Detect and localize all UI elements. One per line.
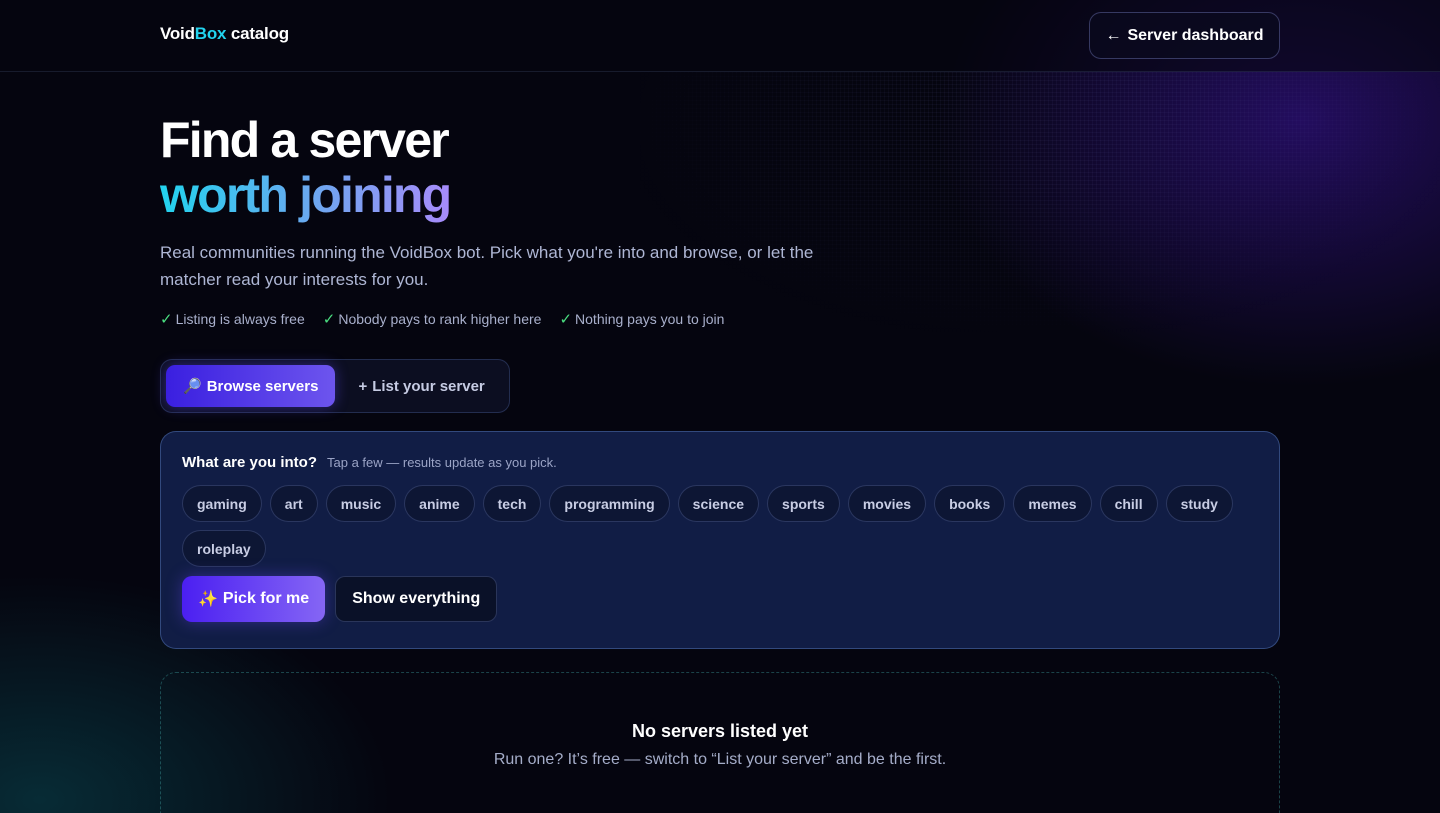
show-everything-button[interactable]: Show everything (335, 576, 498, 622)
hero-title: Find a server worth joining (160, 112, 452, 223)
tag-chip-study[interactable]: study (1165, 485, 1233, 522)
tag-chip-movies[interactable]: movies (847, 485, 927, 522)
hero-subtitle: Real communities running the VoidBox bot… (160, 243, 814, 289)
check-item: ✓ Nobody pays to rank higher here (323, 310, 542, 328)
tag-chip-art[interactable]: art (269, 485, 318, 522)
tag-chip-sports[interactable]: sports (767, 485, 840, 522)
logo-text-void: Void (160, 24, 195, 43)
check-item: ✓ Listing is always free (160, 310, 305, 328)
tag-chip-books[interactable]: books (934, 485, 1006, 522)
logo[interactable]: VoidBox catalog (160, 24, 289, 44)
logo-text-catalog: catalog (226, 24, 289, 43)
check-label: Nothing pays you to join (575, 311, 725, 327)
interest-tag-list: gaming art music anime tech programming … (182, 485, 1242, 567)
tag-chip-roleplay[interactable]: roleplay (182, 530, 266, 567)
logo-text-box: Box (194, 24, 227, 43)
background-grid (640, 72, 1440, 332)
feature-checklist: ✓ Listing is always free ✓ Nobody pays t… (160, 310, 724, 328)
plus-icon: + (358, 377, 368, 395)
panel-title: What are you into? (182, 454, 317, 471)
tab-list-your-server[interactable]: + List your server (341, 365, 501, 407)
empty-state: No servers listed yet Run one? It’s free… (160, 672, 1280, 813)
tag-chip-anime[interactable]: anime (404, 485, 475, 522)
checkmark-icon: ✓ (322, 311, 336, 328)
checkmark-icon: ✓ (160, 311, 173, 328)
interest-picker-panel: What are you into? Tap a few — results u… (160, 431, 1280, 649)
checkmark-icon: ✓ (559, 311, 573, 328)
hero-title-line2: worth joining (160, 167, 452, 223)
page: VoidBox catalog ← Server dashboard Find … (0, 0, 1440, 813)
tag-chip-programming[interactable]: programming (549, 485, 670, 522)
picker-actions: ✨ Pick for me Show everything (182, 576, 1258, 622)
tag-chip-memes[interactable]: memes (1013, 485, 1092, 522)
panel-header: What are you into? Tap a few — results u… (182, 454, 1258, 471)
tab-label: List your server (372, 377, 485, 395)
sparkles-icon: ✨ (198, 591, 218, 608)
tag-chip-tech[interactable]: tech (482, 485, 542, 522)
check-label: Nobody pays to rank higher here (338, 311, 542, 327)
top-bar: VoidBox catalog ← Server dashboard (0, 0, 1440, 72)
check-label: Listing is always free (175, 311, 305, 327)
empty-state-text: Run one? It’s free — switch to “List you… (493, 751, 947, 768)
arrow-left-icon: ← (1105, 26, 1122, 44)
pick-for-me-button[interactable]: ✨ Pick for me (182, 576, 326, 622)
panel-hint: Tap a few — results update as you pick. (327, 455, 557, 470)
tag-chip-science[interactable]: science (677, 485, 760, 522)
tab-browse-servers[interactable]: 🔎 Browse servers (166, 365, 336, 407)
server-dashboard-button[interactable]: ← Server dashboard (1089, 12, 1280, 59)
tag-chip-chill[interactable]: chill (1099, 485, 1158, 522)
check-item: ✓ Nothing pays you to join (559, 310, 724, 328)
pick-for-me-label: Pick for me (222, 590, 310, 607)
hero-title-line1: Find a server (160, 112, 450, 168)
tag-chip-gaming[interactable]: gaming (182, 485, 262, 522)
tag-chip-music[interactable]: music (325, 485, 397, 522)
tab-label: Browse servers (206, 377, 319, 395)
empty-state-title: No servers listed yet (631, 721, 809, 741)
search-icon: 🔎 (183, 378, 202, 395)
mode-tabs: 🔎 Browse servers + List your server (160, 359, 510, 413)
server-dashboard-label: Server dashboard (1127, 26, 1264, 44)
